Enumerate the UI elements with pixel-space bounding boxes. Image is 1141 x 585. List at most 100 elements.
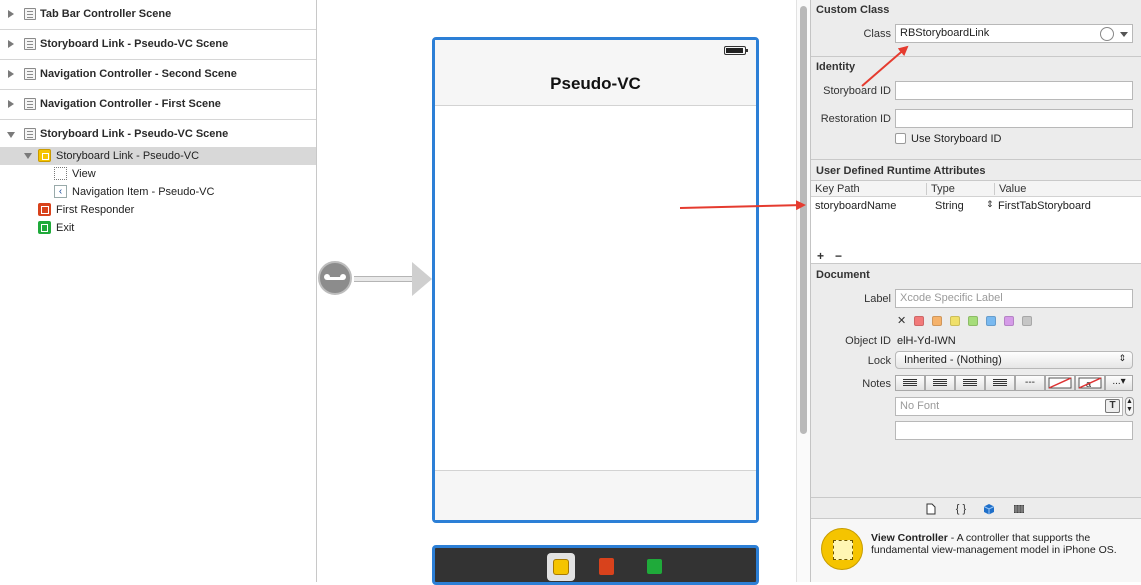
scene-row-storyboard-link-2[interactable]: Storyboard Link - Pseudo-VC Scene xyxy=(0,120,316,150)
type-cell[interactable]: String xyxy=(935,200,964,212)
exit-icon xyxy=(38,221,51,234)
align-center-button[interactable] xyxy=(925,375,955,391)
font-field[interactable]: No Font T xyxy=(895,397,1123,416)
segue-arrow-head xyxy=(412,262,432,296)
scene-row-nav-second[interactable]: Navigation Controller - Second Scene xyxy=(0,60,316,90)
storyboard-canvas[interactable]: Pseudo-VC xyxy=(318,0,796,585)
scene-icon xyxy=(24,128,36,140)
runtime-attributes-table: Key Path Type Value storyboardName Strin… xyxy=(811,180,1141,264)
tree-item-navigation-item[interactable]: ‹ Navigation Item - Pseudo-VC xyxy=(0,183,316,201)
tree-item-exit[interactable]: Exit xyxy=(0,219,316,237)
view-controller-scene[interactable]: Pseudo-VC xyxy=(432,37,759,523)
disclosure-triangle-icon[interactable] xyxy=(8,100,14,108)
exit-icon[interactable] xyxy=(641,553,669,581)
disclosure-triangle-icon[interactable] xyxy=(8,40,14,48)
disclosure-triangle-open-icon[interactable] xyxy=(7,132,15,138)
identity-inspector: Custom Class Class RBStoryboardLink Iden… xyxy=(810,0,1141,582)
tree-label: View xyxy=(72,168,96,180)
type-stepper-icon[interactable]: ⇕ xyxy=(986,199,994,210)
table-header: Key Path Type Value xyxy=(811,181,1141,197)
media-library-icon xyxy=(1014,505,1024,513)
value-cell[interactable]: FirstTabStoryboard xyxy=(998,200,1091,212)
align-justify-icon xyxy=(993,379,1007,380)
align-justify-button[interactable] xyxy=(985,375,1015,391)
notes-label: Notes xyxy=(862,378,891,390)
divider xyxy=(811,56,1141,57)
font-picker-icon[interactable]: T xyxy=(1105,399,1120,413)
more-options-button[interactable]: ...▾ xyxy=(1105,375,1133,391)
add-attribute-button[interactable]: + xyxy=(817,249,824,263)
scene-row-nav-first[interactable]: Navigation Controller - First Scene xyxy=(0,90,316,120)
use-storyboard-id-checkbox[interactable] xyxy=(895,133,906,144)
text-color-icon: a xyxy=(1078,377,1102,389)
disclosure-triangle-open-icon[interactable] xyxy=(24,153,32,159)
strikethrough-icon xyxy=(1048,377,1072,389)
scene-label: Tab Bar Controller Scene xyxy=(40,8,172,20)
library-item-view-controller[interactable]: View Controller - A controller that supp… xyxy=(811,518,1141,582)
strikethrough-button[interactable] xyxy=(1045,375,1075,391)
first-responder-icon xyxy=(38,203,51,216)
column-header-type[interactable]: Type xyxy=(931,183,955,195)
color-swatch-blue[interactable] xyxy=(986,316,996,326)
align-center-icon xyxy=(933,379,947,380)
first-responder-icon[interactable] xyxy=(593,553,621,581)
clear-color-icon[interactable]: ✕ xyxy=(897,314,906,327)
column-header-value[interactable]: Value xyxy=(999,183,1026,195)
object-id-value: elH-Yd-IWN xyxy=(897,335,956,347)
file-icon[interactable] xyxy=(925,503,937,515)
key-path-cell[interactable]: storyboardName xyxy=(815,200,896,212)
canvas-vertical-scrollbar[interactable] xyxy=(796,0,810,582)
separator-style-button[interactable]: --- xyxy=(1015,375,1045,391)
color-swatch-orange[interactable] xyxy=(932,316,942,326)
scene-row-storyboard-link-1[interactable]: Storyboard Link - Pseudo-VC Scene xyxy=(0,30,316,60)
color-swatch-yellow[interactable] xyxy=(950,316,960,326)
grid-icon[interactable] xyxy=(1013,503,1025,515)
restoration-id-field[interactable] xyxy=(895,109,1133,128)
scrollbar-thumb[interactable] xyxy=(800,6,807,434)
align-right-button[interactable] xyxy=(955,375,985,391)
document-label-field[interactable]: Xcode Specific Label xyxy=(895,289,1133,308)
battery-icon xyxy=(724,46,748,55)
notes-text-field[interactable] xyxy=(895,421,1133,440)
navigation-bar[interactable]: Pseudo-VC xyxy=(435,40,756,106)
color-swatch-green[interactable] xyxy=(968,316,978,326)
segue-arrow-line xyxy=(354,276,416,282)
view-controller-icon[interactable] xyxy=(547,553,575,581)
library-item-text: View Controller - A controller that supp… xyxy=(871,532,1136,556)
scene-label: Navigation Controller - First Scene xyxy=(40,98,221,110)
lock-popup[interactable]: Inherited - (Nothing) ⇕ xyxy=(895,351,1133,369)
align-right-icon xyxy=(963,379,977,380)
file-template-icon xyxy=(926,503,936,515)
text-color-button[interactable]: a xyxy=(1075,375,1105,391)
navigate-arrow-icon[interactable] xyxy=(1100,27,1114,41)
chevron-down-icon[interactable] xyxy=(1120,32,1128,37)
storyboard-id-field[interactable] xyxy=(895,81,1133,100)
color-swatch-red[interactable] xyxy=(914,316,924,326)
font-placeholder: No Font xyxy=(900,400,940,412)
tree-label: Navigation Item - Pseudo-VC xyxy=(72,186,215,198)
segue-relationship-icon[interactable] xyxy=(318,261,352,295)
storyboard-id-label: Storyboard ID xyxy=(823,85,891,97)
disclosure-triangle-icon[interactable] xyxy=(8,70,14,78)
font-size-stepper[interactable]: ▲ ▼ xyxy=(1125,397,1134,416)
scene-row-tab-bar[interactable]: Tab Bar Controller Scene xyxy=(0,0,316,30)
scene-icon xyxy=(24,98,36,110)
cube-icon[interactable] xyxy=(983,503,995,515)
tree-item-view[interactable]: View xyxy=(0,165,316,183)
tree-item-first-responder[interactable]: First Responder xyxy=(0,201,316,219)
tree-item-controller[interactable]: Storyboard Link - Pseudo-VC xyxy=(0,147,316,165)
view-controller-icon xyxy=(38,149,51,162)
class-field[interactable]: RBStoryboardLink xyxy=(895,24,1133,43)
section-title-identity: Identity xyxy=(816,61,856,73)
color-swatch-purple[interactable] xyxy=(1004,316,1014,326)
document-label-label: Label xyxy=(864,293,891,305)
navigation-title: Pseudo-VC xyxy=(550,74,641,93)
color-swatch-gray[interactable] xyxy=(1022,316,1032,326)
braces-icon[interactable]: { } xyxy=(953,503,969,515)
popup-arrows-icon: ⇕ xyxy=(1118,353,1126,363)
column-header-key-path[interactable]: Key Path xyxy=(815,183,860,195)
remove-attribute-button[interactable]: − xyxy=(835,249,842,263)
disclosure-triangle-icon[interactable] xyxy=(8,10,14,18)
scene-icon xyxy=(24,8,36,20)
align-left-button[interactable] xyxy=(895,375,925,391)
